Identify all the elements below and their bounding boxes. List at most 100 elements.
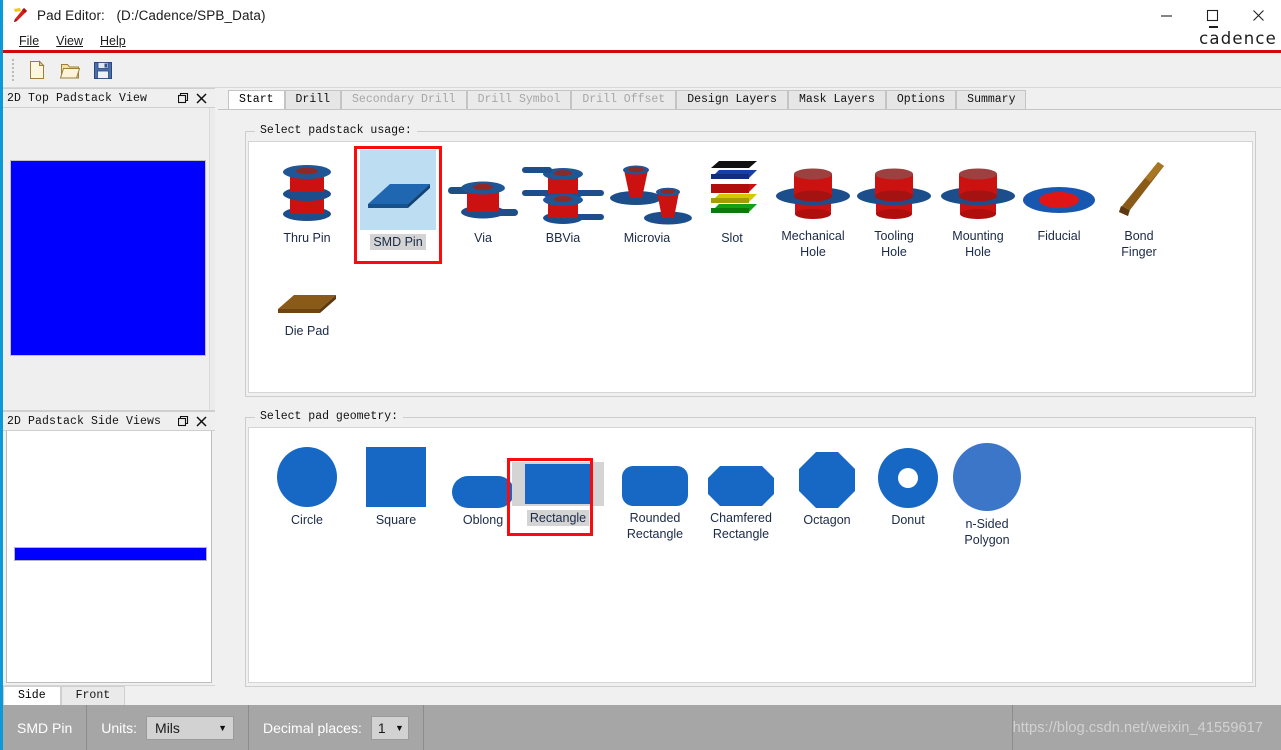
status-padstack-type-label: SMD Pin <box>17 719 73 736</box>
padstack-usage-body: Thru Pin SMD Pin Via BBVia Microvia Slot… <box>248 141 1253 393</box>
bond-finger-icon <box>1102 154 1176 224</box>
tab-summary[interactable]: Summary <box>956 90 1027 109</box>
units-label: Units: <box>101 719 138 736</box>
toolbar-grip[interactable] <box>11 57 17 83</box>
restore-icon[interactable] <box>178 92 189 104</box>
smd-pin-icon <box>360 150 436 230</box>
left-dock: 2D Top Padstack View 2D Padstack Side Vi… <box>3 88 215 705</box>
chevron-down-icon: ▼ <box>218 722 228 733</box>
donut-shape-icon <box>878 448 938 508</box>
n-sided-polygon-shape-icon <box>952 442 1022 512</box>
new-file-button[interactable] <box>23 57 51 83</box>
oblong-shape-icon <box>452 470 514 508</box>
padstack-usage-bbvia[interactable]: BBVia <box>517 152 609 246</box>
menu-file-label: File <box>19 33 40 48</box>
side-padstack-view-canvas[interactable] <box>6 431 212 683</box>
pad-geometry-label: Rectangle <box>526 510 590 526</box>
pad-geometry-circle[interactable]: Circle <box>261 446 353 528</box>
panel-header-side-views: 2D Padstack Side Views <box>3 411 215 431</box>
padstack-usage-thru-pin[interactable]: Thru Pin <box>261 154 353 246</box>
padstack-usage-microvia[interactable]: Microvia <box>597 152 697 246</box>
chevron-down-icon: ▼ <box>394 722 404 733</box>
decimal-places-select[interactable]: 1 ▼ <box>370 715 409 740</box>
status-bar: SMD Pin Units: Mils ▼ Decimal places: 1 … <box>3 705 1281 750</box>
pad-geometry-label: Rounded Rectangle <box>626 511 684 541</box>
pad-geometry-label: Circle <box>291 513 323 527</box>
start-tab-panel: Select padstack usage: Thru Pin SMD Pin … <box>218 109 1281 705</box>
padstack-usage-legend: Select padstack usage: <box>255 124 417 137</box>
restore-icon[interactable] <box>178 415 189 427</box>
pad-geometry-label: Square <box>375 513 417 527</box>
menu-help-label: Help <box>100 33 126 48</box>
top-view-scrollbar[interactable] <box>209 108 215 410</box>
pad-geometry-rectangle[interactable]: Rectangle <box>511 462 605 526</box>
save-file-button[interactable] <box>89 57 117 83</box>
padstack-usage-label: Thru Pin <box>283 231 331 245</box>
pad-geometry-square[interactable]: Square <box>350 446 442 528</box>
menu-view-label: View <box>56 33 84 48</box>
tab-start[interactable]: Start <box>228 90 285 109</box>
units-value: Mils <box>155 719 180 736</box>
panel-title-side-views: 2D Padstack Side Views <box>7 414 162 428</box>
decimal-places-label: Decimal places: <box>263 719 362 736</box>
padstack-usage-bond-finger[interactable]: Bond Finger <box>1091 154 1187 260</box>
title-bar: Pad Editor: (D:/Cadence/SPB_Data) <box>3 0 1281 30</box>
watermark-text: https://blog.csdn.net/weixin_41559617 <box>1012 719 1263 736</box>
units-select[interactable]: Mils ▼ <box>146 715 235 740</box>
die-pad-icon <box>272 287 342 319</box>
menu-view[interactable]: View <box>48 33 92 49</box>
view-tab-side[interactable]: Side <box>3 686 61 705</box>
close-icon[interactable] <box>196 92 207 104</box>
pad-geometry-n-sided-polygon[interactable]: n-Sided Polygon <box>937 442 1037 548</box>
menu-bar: File View Help <box>3 30 1281 51</box>
panel-header-buttons-top <box>178 92 215 104</box>
cadence-logo: cadence <box>1199 29 1277 48</box>
menu-help[interactable]: Help <box>92 33 135 49</box>
padstack-usage-label: Die Pad <box>284 324 330 338</box>
padstack-usage-smd-pin[interactable]: SMD Pin <box>357 150 439 250</box>
side-view-pad-shape <box>14 547 207 561</box>
padstack-usage-label: Mounting Hole <box>952 229 1004 259</box>
status-padstack-type: SMD Pin <box>3 705 88 750</box>
bbvia-icon <box>518 152 608 226</box>
open-file-button[interactable] <box>56 57 84 83</box>
padstack-usage-label: Mechanical Hole <box>781 229 845 259</box>
status-decimal-places: Decimal places: 1 ▼ <box>249 705 424 750</box>
status-spacer <box>424 705 1013 750</box>
menu-file[interactable]: File <box>11 33 48 49</box>
main-tabstrip: Start Drill Secondary Drill Drill Symbol… <box>218 90 1281 109</box>
padstack-usage-label: Fiducial <box>1037 229 1081 243</box>
padstack-usage-via[interactable]: Via <box>437 154 529 246</box>
pad-geometry-group: Select pad geometry: Circle Square Oblon… <box>245 410 1256 687</box>
tab-design-layers[interactable]: Design Layers <box>676 90 788 109</box>
pad-geometry-label: Octagon <box>803 513 851 527</box>
window-title: Pad Editor: (D:/Cadence/SPB_Data) <box>37 7 266 23</box>
decimal-places-value: 1 <box>377 719 386 736</box>
tab-mask-layers[interactable]: Mask Layers <box>787 90 886 109</box>
square-shape-icon <box>366 446 426 508</box>
padstack-usage-die-pad[interactable]: Die Pad <box>261 287 353 339</box>
rounded-rectangle-shape-icon <box>622 464 688 506</box>
chamfered-rectangle-shape-icon <box>708 464 774 506</box>
minimize-button[interactable] <box>1143 0 1189 30</box>
padstack-usage-label: Slot <box>721 231 743 245</box>
toolbar <box>3 53 1281 88</box>
pad-geometry-rounded-rectangle[interactable]: Rounded Rectangle <box>607 464 703 542</box>
padstack-usage-label: Microvia <box>623 231 671 245</box>
view-tab-front[interactable]: Front <box>60 686 126 705</box>
via-icon <box>440 154 526 226</box>
pad-geometry-legend: Select pad geometry: <box>255 410 404 423</box>
fiducial-icon <box>1016 158 1102 224</box>
microvia-icon <box>600 152 694 226</box>
slot-icon <box>699 156 765 226</box>
tab-options[interactable]: Options <box>885 90 957 109</box>
close-icon[interactable] <box>196 415 207 427</box>
tab-drill-offset: Drill Offset <box>571 90 677 109</box>
status-units: Units: Mils ▼ <box>87 705 250 750</box>
tab-drill[interactable]: Drill <box>284 90 342 109</box>
padstack-usage-group: Select padstack usage: Thru Pin SMD Pin … <box>245 124 1256 397</box>
pad-geometry-chamfered-rectangle[interactable]: Chamfered Rectangle <box>691 464 791 542</box>
close-button[interactable] <box>1235 0 1281 30</box>
tab-secondary-drill: Secondary Drill <box>341 90 467 109</box>
top-padstack-view-canvas[interactable] <box>3 108 215 411</box>
